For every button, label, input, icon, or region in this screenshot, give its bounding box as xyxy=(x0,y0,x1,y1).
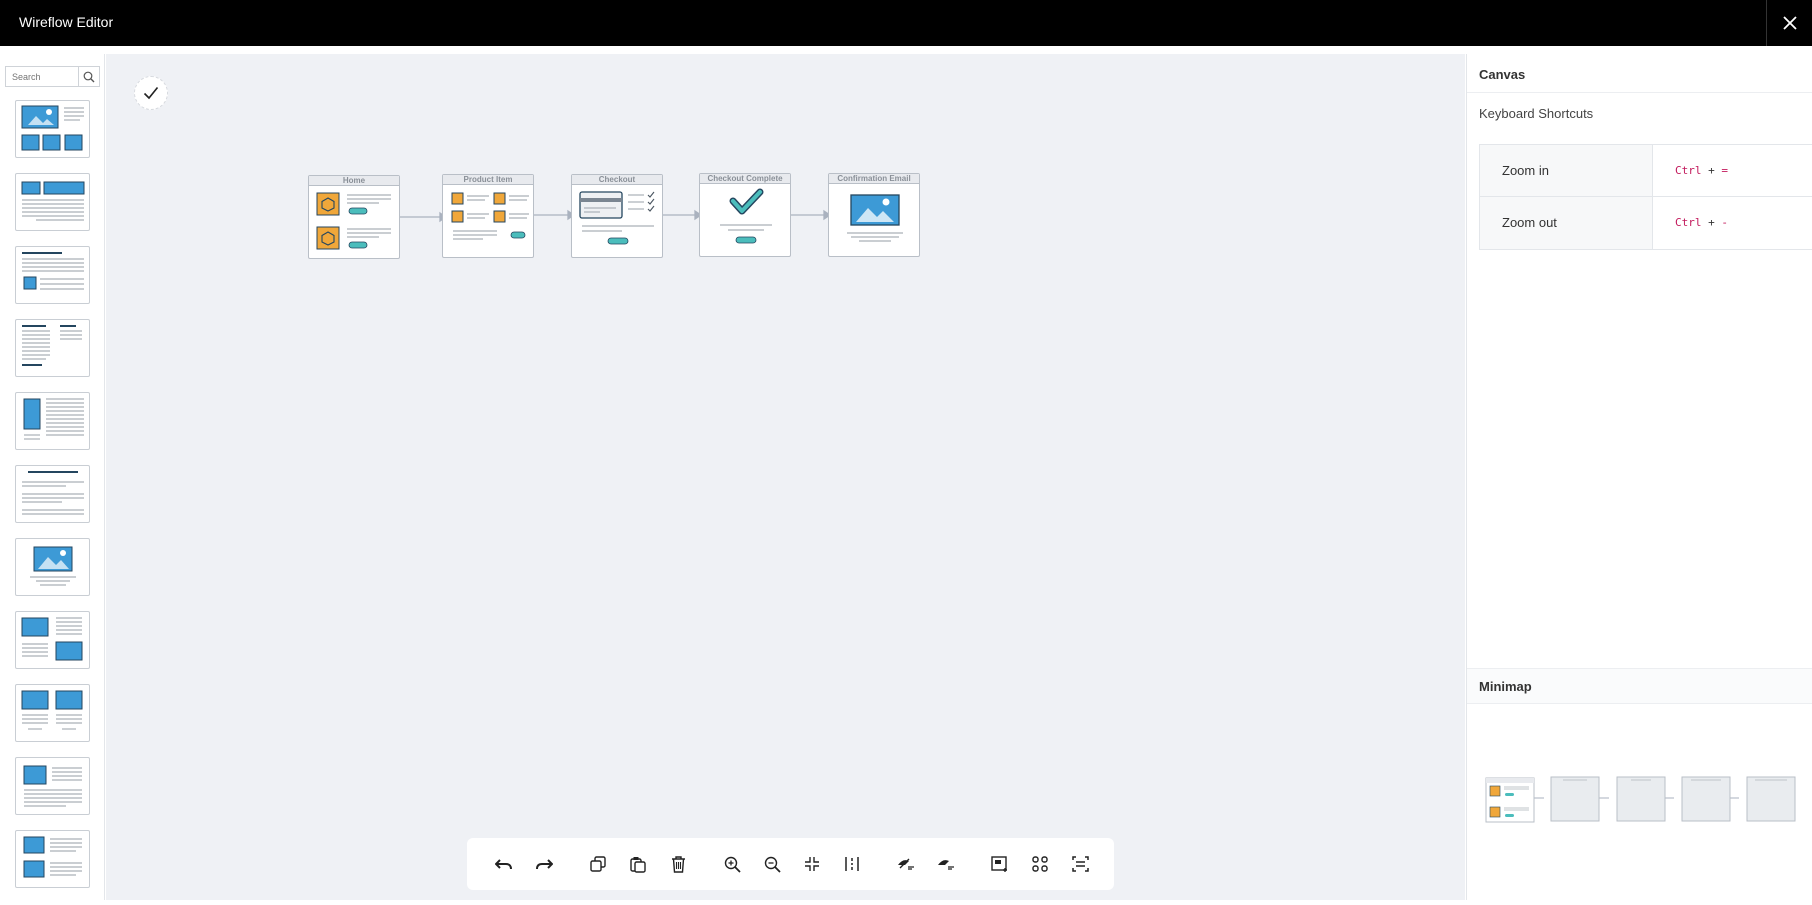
minimap-title: Minimap xyxy=(1479,679,1532,694)
properties-panel: Canvas Keyboard Shortcuts Zoom in Ctrl +… xyxy=(1466,54,1812,900)
flow-node-confirmation-email[interactable]: Confirmation Email xyxy=(828,173,920,257)
template-image-caption[interactable] xyxy=(15,538,90,596)
app-title: Wireflow Editor xyxy=(19,14,114,30)
add-screen-icon xyxy=(991,855,1007,872)
canvas-section-title: Canvas xyxy=(1479,67,1526,82)
template-zigzag[interactable] xyxy=(15,611,90,669)
zoom-in-icon xyxy=(724,856,741,873)
template-image-text[interactable] xyxy=(15,757,90,815)
flow-node-checkout-complete[interactable]: Checkout Complete xyxy=(699,173,791,257)
close-button[interactable] xyxy=(1766,0,1812,46)
template-text-only[interactable] xyxy=(15,465,90,523)
distribute-icon xyxy=(845,857,859,871)
canvas[interactable]: Home Product Item Checkout Checkout Comp… xyxy=(106,54,1465,900)
shortcut-row: Zoom in Ctrl + = xyxy=(1480,145,1812,197)
zoom-out-button[interactable] xyxy=(752,844,792,884)
search-box xyxy=(5,66,100,87)
template-image-list[interactable] xyxy=(15,830,90,888)
minimap[interactable] xyxy=(1467,706,1812,900)
flow-node-home[interactable]: Home xyxy=(308,175,400,259)
shortcuts-table: Zoom in Ctrl + = Zoom out Ctrl + - xyxy=(1479,144,1812,250)
trash-icon xyxy=(671,855,685,873)
undo-icon xyxy=(495,859,512,870)
fit-screen-icon xyxy=(1071,856,1089,872)
flow-node-checkout[interactable]: Checkout xyxy=(571,174,663,258)
search-input[interactable] xyxy=(6,67,79,86)
distribute-button[interactable] xyxy=(832,844,872,884)
redo-button[interactable] xyxy=(524,844,564,884)
search-button[interactable] xyxy=(79,67,99,86)
flow-node-product-item[interactable]: Product Item xyxy=(442,174,534,258)
keyboard-shortcuts-title: Keyboard Shortcuts xyxy=(1479,106,1594,121)
hide-ui-button[interactable] xyxy=(886,844,926,884)
shortcut-keys: Ctrl + - xyxy=(1675,216,1728,229)
zoom-out-icon xyxy=(764,856,781,873)
node-title: Home xyxy=(309,176,399,186)
duplicate-button[interactable] xyxy=(578,844,618,884)
delete-button[interactable] xyxy=(658,844,698,884)
node-title: Product Item xyxy=(443,175,533,185)
collapse-icon xyxy=(805,857,819,871)
template-two-columns[interactable] xyxy=(15,319,90,377)
fit-button[interactable] xyxy=(792,844,832,884)
paste-button[interactable] xyxy=(618,844,658,884)
undo-button[interactable] xyxy=(484,844,524,884)
template-article[interactable] xyxy=(15,246,90,304)
node-title: Checkout Complete xyxy=(700,174,790,184)
group-button[interactable] xyxy=(1020,844,1060,884)
redo-icon xyxy=(536,859,553,870)
shortcut-name: Zoom in xyxy=(1480,145,1653,196)
template-sidebar-image[interactable] xyxy=(15,392,90,450)
template-gallery[interactable] xyxy=(15,100,90,158)
canvas-toolbar xyxy=(467,838,1114,890)
eye-slash-icon xyxy=(898,858,914,870)
duplicate-icon xyxy=(590,856,606,872)
group-icon xyxy=(1032,856,1048,872)
node-title: Checkout xyxy=(572,175,662,185)
close-icon xyxy=(1782,16,1797,30)
search-icon xyxy=(83,71,95,82)
template-hero-text[interactable] xyxy=(15,173,90,231)
shortcut-row: Zoom out Ctrl + - xyxy=(1480,197,1812,249)
template-palette xyxy=(0,54,105,900)
template-two-images[interactable] xyxy=(15,684,90,742)
minimap-header: Minimap xyxy=(1467,668,1812,704)
eye-icon xyxy=(938,860,954,870)
zoom-in-button[interactable] xyxy=(712,844,752,884)
show-ui-button[interactable] xyxy=(926,844,966,884)
node-title: Confirmation Email xyxy=(829,174,919,184)
shortcut-keys: Ctrl + = xyxy=(1675,164,1728,177)
shortcut-name: Zoom out xyxy=(1480,197,1653,249)
add-screen-button[interactable] xyxy=(980,844,1020,884)
paste-icon xyxy=(630,856,646,873)
title-bar: Wireflow Editor xyxy=(0,0,1812,46)
fit-screen-button[interactable] xyxy=(1060,844,1100,884)
